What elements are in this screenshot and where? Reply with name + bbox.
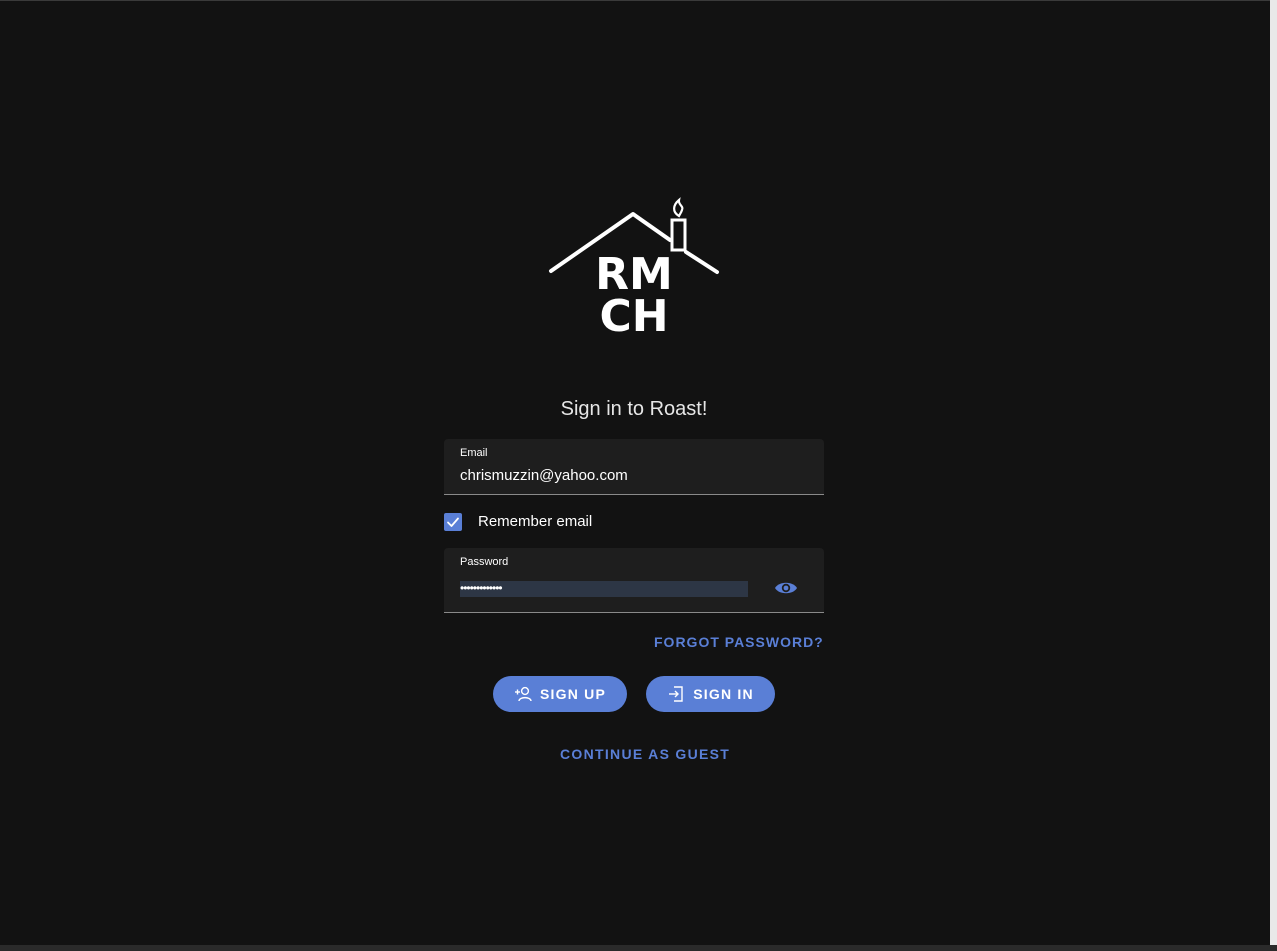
email-label: Email [460, 447, 488, 459]
check-icon [447, 517, 459, 527]
continue-as-guest-link[interactable]: CONTINUE AS GUEST [560, 746, 730, 762]
window-edge-right [1270, 0, 1277, 951]
login-icon [669, 686, 683, 702]
sign-up-label: SIGN UP [540, 686, 606, 702]
window-edge-bottom [0, 945, 1277, 951]
password-input[interactable]: ••••••••••••• [460, 581, 748, 597]
house-logo-icon: RM CH [549, 197, 719, 342]
email-field[interactable]: Email chrismuzzin@yahoo.com [444, 439, 824, 495]
sign-up-button[interactable]: SIGN UP [493, 676, 627, 712]
forgot-password-link[interactable]: FORGOT PASSWORD? [654, 634, 824, 650]
remember-email-checkbox[interactable] [444, 513, 462, 531]
sign-in-button[interactable]: SIGN IN [646, 676, 775, 712]
sign-in-label: SIGN IN [693, 686, 754, 702]
password-field[interactable]: Password ••••••••••••• [444, 548, 824, 613]
person-add-icon [515, 686, 532, 702]
page-title: Sign in to Roast! [560, 398, 708, 420]
eye-icon[interactable] [774, 578, 798, 598]
remember-email-label[interactable]: Remember email [478, 513, 592, 530]
logo-text-ch: CH [599, 291, 668, 336]
email-input[interactable]: chrismuzzin@yahoo.com [460, 467, 628, 484]
app-window: RM CH Sign in to Roast! Email chrismuzzi… [0, 0, 1270, 945]
rmch-logo: RM CH [548, 196, 720, 342]
password-label: Password [460, 556, 509, 568]
